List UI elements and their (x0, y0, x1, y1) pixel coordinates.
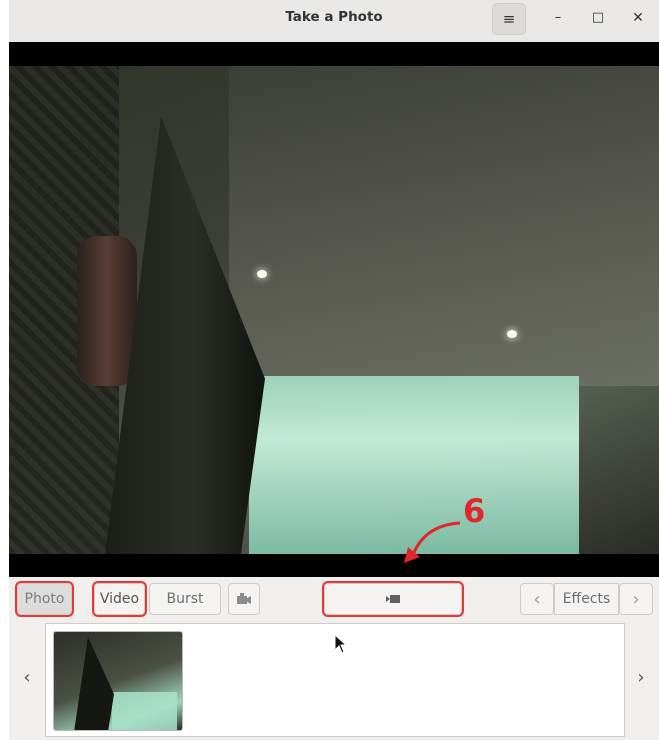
close-button[interactable]: ✕ (627, 8, 649, 28)
annotation-arrow-icon (404, 521, 461, 563)
photo-thumbnail[interactable] (53, 631, 183, 731)
thumbnail-light (112, 692, 177, 730)
strip-scroll-right-button[interactable]: › (631, 663, 651, 693)
burst-mode-button[interactable]: Burst (149, 583, 221, 615)
effects-next-button[interactable]: › (619, 583, 653, 615)
mouse-cursor-icon (334, 634, 348, 654)
camera-viewport: 6 (9, 42, 659, 577)
annotation-number: 6 (463, 492, 486, 530)
camera-feed (9, 66, 659, 554)
photo-mode-button[interactable]: Photo (15, 581, 74, 617)
feed-bottle (77, 236, 137, 386)
video-camera-icon (386, 595, 400, 603)
hamburger-menu-icon: ≡ (502, 10, 516, 28)
maximize-button[interactable]: □ (587, 8, 609, 28)
hamburger-menu-button[interactable]: ≡ (492, 3, 526, 35)
app-window: Take a Photo ≡ – □ ✕ 6 Photo Video Burst (9, 0, 659, 740)
feed-ceiling-light (507, 330, 517, 338)
capture-toolbar: Photo Video Burst ‹ Effects › (9, 577, 659, 623)
feed-ceiling-light (257, 270, 267, 278)
effects-prev-button[interactable]: ‹ (520, 583, 554, 615)
video-mode-button[interactable]: Video (92, 581, 147, 617)
minimize-button[interactable]: – (547, 8, 569, 28)
thumbnail-prism (74, 637, 114, 730)
effects-button[interactable]: Effects (554, 583, 619, 615)
title-bar: Take a Photo ≡ – □ ✕ (9, 0, 659, 43)
record-button[interactable] (322, 581, 464, 617)
camera-switch-icon (237, 593, 251, 604)
switch-camera-button[interactable] (228, 583, 260, 615)
strip-scroll-left-button[interactable]: ‹ (17, 663, 37, 693)
feed-ceiling (229, 66, 659, 386)
